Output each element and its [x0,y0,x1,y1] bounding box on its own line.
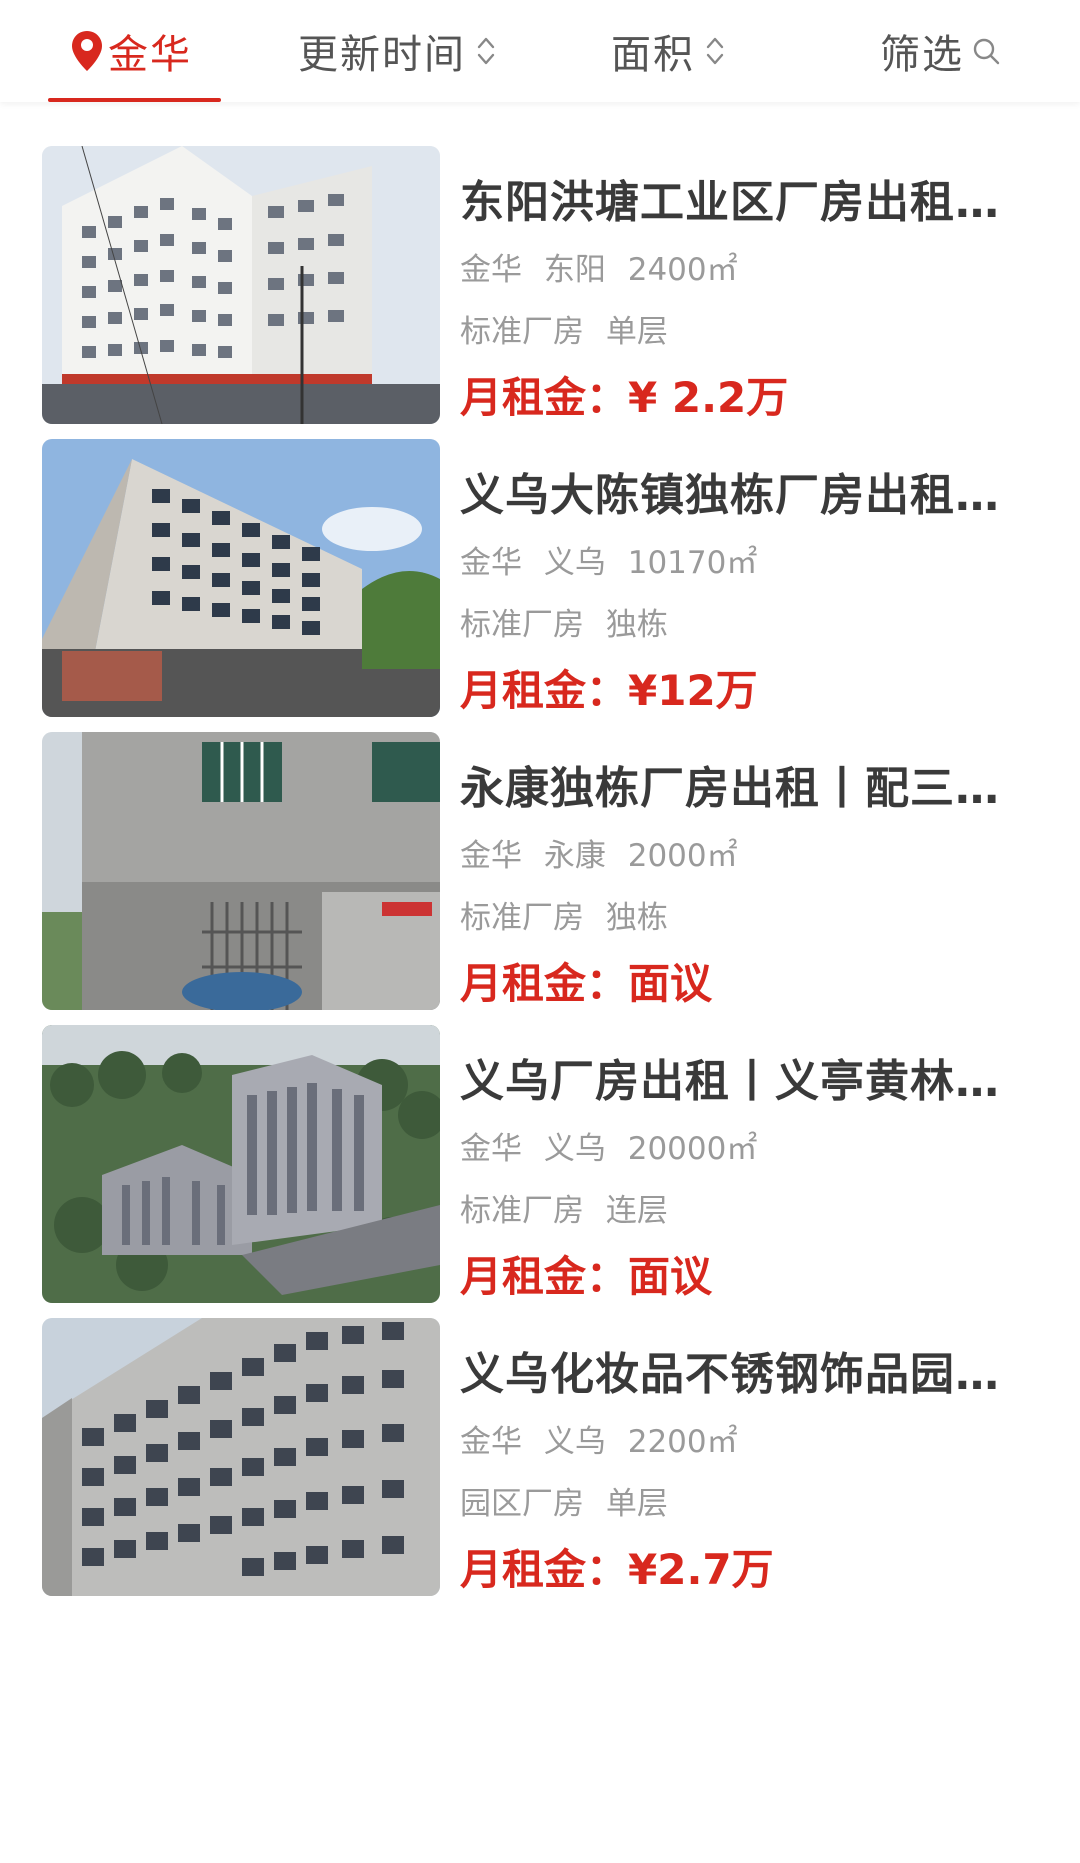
listing-thumbnail[interactable] [42,732,440,1010]
listing-city: 金华 [460,1424,522,1460]
listing-type: 标准厂房 [460,900,584,936]
listing-item[interactable]: 永康独栋厂房出租丨配三… 金华 永康 2000㎡ 标准厂房 独栋 月租金：面议 [0,732,1080,1026]
sort-arrows-icon [706,37,724,65]
listing-item[interactable]: 东阳洪塘工业区厂房出租… 金华 东阳 2400㎡ 标准厂房 单层 月租金：¥ 2… [0,146,1080,440]
listing-district-area: 义乌 10170㎡ [544,545,757,581]
listing-city: 金华 [460,1131,522,1167]
listing-item[interactable]: 义乌大陈镇独栋厂房出租… 金华 义乌 10170㎡ 标准厂房 独栋 月租金：¥1… [0,439,1080,733]
filter-tab[interactable]: 筛选 [880,0,1000,102]
listing-title: 永康独栋厂房出租丨配三… [460,763,1000,814]
listing-district-area: 东阳 2400㎡ [544,252,738,288]
listing-thumbnail[interactable] [42,146,440,424]
listing-location-area: 金华 义乌 10170㎡ [460,537,757,582]
listing-city: 金华 [460,252,522,288]
listing-thumbnail[interactable] [42,439,440,717]
update-time-sort-tab[interactable]: 更新时间 [298,0,498,102]
listing-location-area: 金华 东阳 2400㎡ [460,244,738,289]
location-pin-icon [72,31,102,71]
listing-price: 月租金：面议 [460,1243,712,1304]
building-photo [42,1025,440,1303]
price-value: 面议 [628,959,713,1008]
sort-arrows-icon [477,37,495,65]
price-label: 月租金： [460,959,629,1008]
listing-price: 月租金：面议 [460,950,712,1011]
area-sort-tab[interactable]: 面积 [611,0,727,102]
listing-district-area: 永康 2000㎡ [544,838,738,874]
listing-floor: 单层 [605,314,668,350]
listing-city: 金华 [460,838,522,874]
listing-item[interactable]: 义乌厂房出租丨义亭黄林… 金华 义乌 20000㎡ 标准厂房 连层 月租金：面议 [0,1025,1080,1319]
listing-tags: 园区厂房 单层 [460,1478,668,1523]
listing-area: 2000㎡ [627,838,738,874]
listing-type: 标准厂房 [460,1193,584,1229]
listing-district: 永康 [543,838,606,874]
listing-district: 义乌 [543,1424,606,1460]
building-photo [42,146,440,424]
listing-area: 10170㎡ [627,545,758,581]
listing-tags: 标准厂房 独栋 [460,599,668,644]
price-value: ¥12万 [628,666,758,715]
listing-type: 标准厂房 [460,607,584,643]
price-label: 月租金： [460,666,629,715]
active-tab-underline [48,98,221,102]
building-photo [42,439,440,717]
listing-location-area: 金华 永康 2000㎡ [460,830,738,875]
price-label: 月租金： [460,1252,629,1301]
price-label: 月租金： [460,373,629,422]
area-sort-label: 面积 [611,32,695,78]
listing-tags: 标准厂房 连层 [460,1185,668,1230]
listing-district: 义乌 [543,545,606,581]
listing-type: 标准厂房 [460,314,584,350]
city-filter-label: 金华 [108,32,192,78]
listing-title: 东阳洪塘工业区厂房出租… [460,177,1000,228]
listing-city: 金华 [460,545,522,581]
price-label: 月租金： [460,1545,629,1594]
listing-floor: 独栋 [605,900,668,936]
update-time-label: 更新时间 [298,32,466,78]
listing-thumbnail[interactable] [42,1025,440,1303]
listing-title: 义乌厂房出租丨义亭黄林… [460,1056,1000,1107]
listing-price: 月租金：¥12万 [460,657,758,718]
listing-district: 义乌 [543,1131,606,1167]
listing-title: 义乌化妆品不锈钢饰品园… [460,1349,1000,1400]
city-filter-tab[interactable]: 金华 [70,0,192,102]
listing-district-area: 义乌 2200㎡ [544,1424,738,1460]
listing-title: 义乌大陈镇独栋厂房出租… [460,470,1000,521]
listing-tags: 标准厂房 单层 [460,306,668,351]
price-value: ¥2.7万 [628,1545,774,1594]
price-value: ¥ 2.2万 [628,373,789,422]
listing-area: 2200㎡ [627,1424,738,1460]
building-photo [42,732,440,1010]
listing-area: 2400㎡ [627,252,738,288]
listing-floor: 连层 [605,1193,668,1229]
listing-price: 月租金：¥2.7万 [460,1536,774,1597]
listing-item[interactable]: 义乌化妆品不锈钢饰品园… 金华 义乌 2200㎡ 园区厂房 单层 月租金：¥2.… [0,1318,1080,1612]
price-value: 面议 [628,1252,713,1301]
listing-area: 20000㎡ [627,1131,758,1167]
listing-district-area: 义乌 20000㎡ [544,1131,757,1167]
listing-floor: 单层 [605,1486,668,1522]
search-icon [973,38,1000,65]
listing-type: 园区厂房 [460,1486,584,1522]
listing-floor: 独栋 [605,607,668,643]
listing-tags: 标准厂房 独栋 [460,892,668,937]
filter-bar: 金华 更新时间 面积 筛选 [0,0,1080,102]
listing-district: 东阳 [543,252,606,288]
listing-location-area: 金华 义乌 20000㎡ [460,1123,757,1168]
listing-price: 月租金：¥ 2.2万 [460,364,788,425]
listing-location-area: 金华 义乌 2200㎡ [460,1416,738,1461]
building-photo [42,1318,440,1596]
filter-label: 筛选 [880,32,964,78]
listing-thumbnail[interactable] [42,1318,440,1596]
